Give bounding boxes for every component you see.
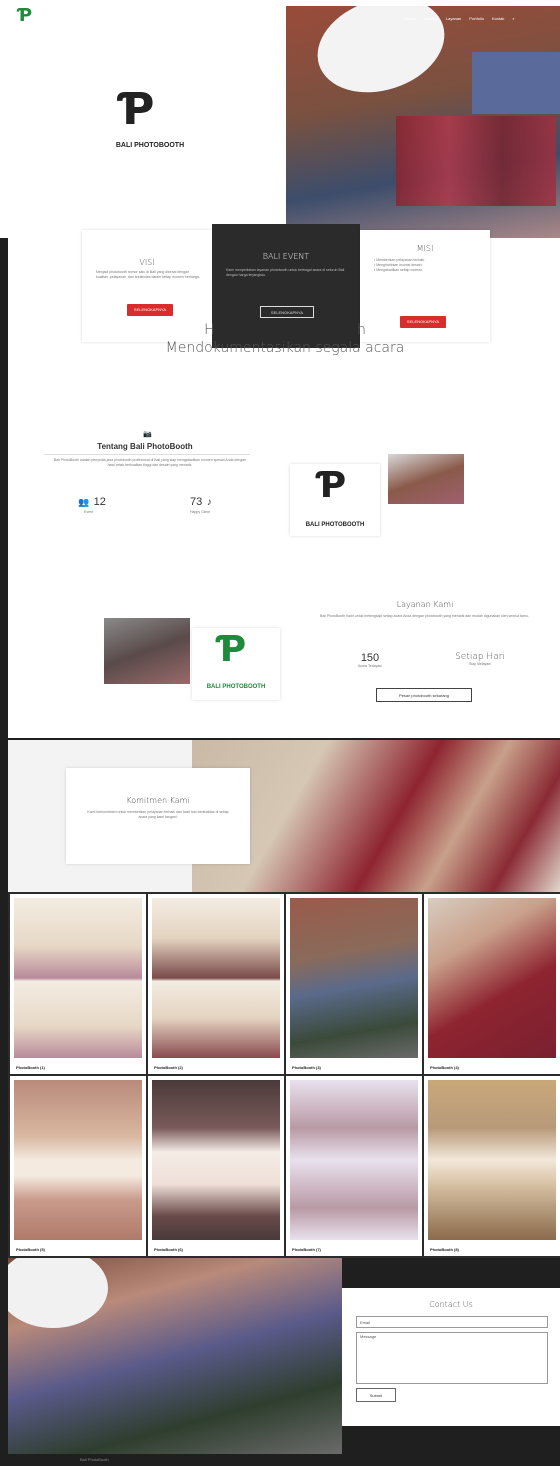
komitmen-card: Komitmen Kami Kami berkomitmen untuk mem… [66, 768, 250, 864]
about-divider [44, 454, 250, 455]
layanan-stat2-value: Setiap Hari [455, 652, 505, 662]
crowd-shape [396, 116, 556, 206]
bali-event-button[interactable]: SELENGKAPNYA [260, 306, 314, 318]
gallery-image [152, 898, 280, 1058]
gallery-image [290, 1080, 418, 1240]
stat-happy-value: 73 [190, 496, 203, 508]
search-icon[interactable]: ⌕ [512, 16, 514, 24]
about-logo-text: BALI PHOTOBOOTH [305, 522, 365, 528]
hero-brand-text: BALI PHOTOBOOTH [115, 142, 185, 149]
gallery-caption: PhotoBooth (1) [16, 1065, 45, 1070]
gallery-item[interactable]: PhotoBooth (3) [286, 894, 422, 1074]
nav-logo-icon[interactable]: Ƥ [18, 6, 32, 26]
misi-title: MISI [416, 244, 434, 253]
bp-logo-icon: Ƥ [218, 629, 247, 670]
stat-event-value: 12 [93, 496, 106, 508]
gallery-item[interactable]: PhotoBooth (7) [286, 1076, 422, 1256]
gallery-caption: PhotoBooth (8) [430, 1247, 459, 1252]
gallery-item[interactable]: PhotoBooth (8) [424, 1076, 560, 1256]
stat-event-label: Event [84, 510, 93, 514]
footer: Bali PhotoBooth [0, 1454, 560, 1466]
nav-layanan[interactable]: Layanan [446, 16, 461, 24]
stat-event: 👥 12 Event [78, 492, 118, 515]
layanan-stat1-value: 150 [360, 652, 380, 664]
nav-home[interactable]: Home [405, 16, 416, 24]
hero-headline-line2: Mendokumentasikan segala acara [165, 340, 405, 356]
contact-photo [8, 1258, 342, 1454]
about-photo [388, 454, 464, 504]
gallery-item[interactable]: PhotoBooth (5) [10, 1076, 146, 1256]
layanan-stat2: Setiap Hari Siap Melayani [450, 652, 510, 667]
stat-happy: 73 ♪ Happy Client [190, 492, 240, 515]
gallery-image [428, 898, 556, 1058]
misi-text: • Memberikan pelayanan terbaik. • Mengha… [374, 258, 426, 272]
gallery-item[interactable]: PhotoBooth (2) [148, 894, 284, 1074]
gallery-item[interactable]: PhotoBooth (4) [424, 894, 560, 1074]
submit-button[interactable]: Submit [356, 1388, 396, 1402]
layanan-title: Layanan Kami [396, 600, 454, 609]
layanan-logo-text: BALI PHOTOBOOTH [206, 684, 266, 690]
bali-event-title: BALI EVENT [262, 252, 310, 261]
layanan-stat2-label: Siap Melayani [469, 662, 491, 666]
layanan-button[interactable]: Pesan photobooth sekarang [376, 688, 472, 702]
nav-kontak[interactable]: Kontak [492, 16, 504, 24]
footer-text: Bali PhotoBooth [80, 1457, 109, 1462]
gallery-image [14, 898, 142, 1058]
visi-text: Menjadi photobooth nomor satu di Bali ya… [96, 270, 200, 279]
about-title: Tentang Bali PhotoBooth [97, 442, 193, 451]
gallery-image [14, 1080, 142, 1240]
about-text: Bali PhotoBooth adalah penyedia jasa pho… [53, 458, 247, 467]
gallery-image [290, 898, 418, 1058]
gallery-caption: PhotoBooth (5) [16, 1247, 45, 1252]
gallery-image [428, 1080, 556, 1240]
contact-title: Contact Us [429, 1300, 473, 1309]
music-note-icon: ♪ [206, 497, 212, 508]
layanan-stat1-label: Acara Terlayani [357, 664, 383, 668]
stat-happy-label: Happy Client [190, 510, 211, 514]
nav-bar: Home Tentang Layanan Portfolio Kontak ⌕ [405, 16, 555, 24]
gallery-caption: PhotoBooth (2) [154, 1065, 183, 1070]
layanan-stat1: 150 Acara Terlayani [350, 652, 390, 669]
contact-section: Contact Us Email Message Submit [342, 1288, 560, 1426]
layanan-text: Bali PhotoBooth hadir untuk melengkapi s… [320, 614, 529, 618]
gallery-caption: PhotoBooth (3) [292, 1065, 321, 1070]
users-icon: 👥 [78, 497, 90, 507]
komitmen-title: Komitmen Kami [126, 796, 190, 805]
gallery-item[interactable]: PhotoBooth (6) [148, 1076, 284, 1256]
gallery-image [152, 1080, 280, 1240]
nav-portfolio[interactable]: Portfolio [469, 16, 484, 24]
visi-button[interactable]: SELENGKAPNYA [127, 304, 173, 316]
hero-section: Ƥ Ƥ BALI PHOTOBOOTH Home Tentang Layanan… [0, 0, 560, 238]
gallery-caption: PhotoBooth (4) [430, 1065, 459, 1070]
nav-tentang[interactable]: Tentang [424, 16, 438, 24]
visi-title: VISI [139, 258, 155, 267]
gallery-item[interactable]: PhotoBooth (1) [10, 894, 146, 1074]
camera-icon: 📷 [143, 431, 152, 438]
about-logo-card: Ƥ BALI PHOTOBOOTH [290, 464, 380, 536]
bp-logo-icon: Ƥ [120, 84, 155, 135]
layanan-photo [104, 618, 190, 684]
hero-photo [286, 6, 560, 238]
hero-logo: Ƥ BALI PHOTOBOOTH [110, 86, 190, 156]
layanan-logo-card: Ƥ BALI PHOTOBOOTH [192, 628, 280, 700]
bp-logo-icon: Ƥ [318, 465, 347, 506]
bali-event-text: Kami menyediakan layanan photobooth untu… [226, 268, 345, 277]
email-field[interactable]: Email [356, 1316, 548, 1328]
gallery-caption: PhotoBooth (6) [154, 1247, 183, 1252]
gallery-caption: PhotoBooth (7) [292, 1247, 321, 1252]
umbrella-shape [8, 1258, 108, 1328]
banner-shape [472, 52, 560, 114]
komitmen-text: Kami berkomitmen untuk memberikan pelaya… [87, 810, 229, 819]
message-field[interactable]: Message [356, 1332, 548, 1384]
hero-headline-line1: H h [204, 322, 366, 338]
